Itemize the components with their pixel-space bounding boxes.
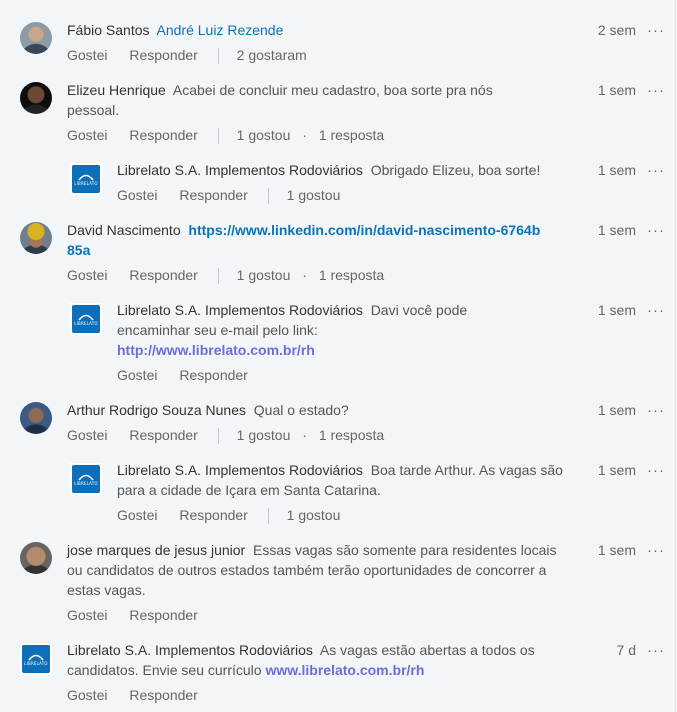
reply-button[interactable]: Responder	[129, 425, 198, 445]
reply-button[interactable]: Responder	[179, 365, 248, 385]
company-logo[interactable]: LIBRELATO	[20, 643, 52, 675]
avatar[interactable]	[20, 402, 52, 434]
librelato-logo-icon	[28, 654, 44, 661]
separator-dot: ·	[302, 267, 307, 283]
comment-actions: Gostei Responder 1 gostou · 1 resposta	[67, 425, 384, 445]
like-button[interactable]: Gostei	[67, 45, 107, 65]
likes-count[interactable]: 1 gostou	[237, 125, 291, 145]
timestamp: 1 sem	[597, 542, 636, 558]
author-name[interactable]: Librelato S.A. Implementos Rodoviários	[117, 462, 363, 478]
logo-text: LIBRELATO	[74, 320, 98, 326]
rh-link[interactable]: www.librelato.com.br/rh	[265, 662, 424, 678]
company-logo[interactable]: LIBRELATO	[70, 303, 102, 335]
timestamp: 1 sem	[597, 402, 636, 418]
logo-text: LIBRELATO	[74, 180, 98, 186]
like-button[interactable]: Gostei	[67, 125, 107, 145]
comment-actions: Gostei Responder 2 gostaram	[67, 45, 307, 65]
reply-button[interactable]: Responder	[129, 45, 198, 65]
more-options-icon[interactable]: ···	[647, 223, 665, 238]
author-name[interactable]: Librelato S.A. Implementos Rodoviários	[67, 642, 313, 658]
more-options-icon[interactable]: ···	[647, 163, 665, 178]
divider	[217, 268, 219, 285]
logo-text: LIBRELATO	[24, 660, 48, 666]
comment-actions: Gostei Responder 1 gostou	[117, 185, 340, 205]
likes-count[interactable]: 1 gostou	[287, 505, 341, 525]
replies-count[interactable]: 1 resposta	[319, 265, 384, 285]
replies-count[interactable]: 1 resposta	[319, 425, 384, 445]
avatar[interactable]	[20, 22, 52, 54]
company-logo[interactable]: LIBRELATO	[70, 463, 102, 495]
reply-button[interactable]: Responder	[179, 505, 248, 525]
librelato-logo-icon	[78, 314, 94, 321]
company-logo[interactable]: LIBRELATO	[70, 163, 102, 195]
divider	[217, 48, 219, 65]
more-options-icon[interactable]: ···	[647, 83, 665, 98]
author-name[interactable]: David Nascimento	[67, 222, 181, 238]
likes-count[interactable]: 1 gostou	[287, 185, 341, 205]
divider	[217, 128, 219, 145]
divider	[217, 428, 219, 445]
avatar[interactable]	[20, 222, 52, 254]
comment-text: Qual o estado?	[253, 402, 349, 418]
timestamp: 1 sem	[597, 222, 636, 238]
reply-button[interactable]: Responder	[129, 685, 198, 705]
comment-actions: Gostei Responder 1 gostou	[117, 505, 340, 525]
more-options-icon[interactable]: ···	[647, 463, 665, 478]
comment-text: Obrigado Elizeu, boa sorte!	[370, 162, 541, 178]
avatar[interactable]	[20, 82, 52, 114]
comment-actions: Gostei Responder	[67, 605, 198, 625]
avatar[interactable]	[20, 542, 52, 574]
rh-link[interactable]: http://www.librelato.com.br/rh	[117, 342, 315, 358]
author-name[interactable]: Librelato S.A. Implementos Rodoviários	[117, 302, 363, 318]
author-name[interactable]: Elizeu Henrique	[67, 82, 166, 98]
logo-text: LIBRELATO	[74, 480, 98, 486]
separator-dot: ·	[302, 127, 307, 143]
more-options-icon[interactable]: ···	[647, 643, 665, 658]
timestamp: 2 sem	[597, 22, 636, 38]
author-name[interactable]: jose marques de jesus junior	[67, 542, 245, 558]
reply-button[interactable]: Responder	[129, 125, 198, 145]
likes-count[interactable]: 1 gostou	[237, 425, 291, 445]
comment-actions: Gostei Responder 1 gostou · 1 resposta	[67, 265, 384, 285]
more-options-icon[interactable]: ···	[647, 303, 665, 318]
timestamp: 1 sem	[597, 462, 636, 478]
reply-button[interactable]: Responder	[179, 185, 248, 205]
divider	[267, 188, 269, 205]
author-name[interactable]: Arthur Rodrigo Souza Nunes	[67, 402, 246, 418]
more-options-icon[interactable]: ···	[647, 403, 665, 418]
more-options-icon[interactable]: ···	[647, 543, 665, 558]
reply-button[interactable]: Responder	[129, 605, 198, 625]
divider	[267, 508, 269, 525]
more-options-icon[interactable]: ···	[647, 23, 665, 38]
mention-link[interactable]: André Luiz Rezende	[157, 22, 284, 38]
like-button[interactable]: Gostei	[117, 365, 157, 385]
like-button[interactable]: Gostei	[67, 605, 107, 625]
author-name[interactable]: Librelato S.A. Implementos Rodoviários	[117, 162, 363, 178]
like-button[interactable]: Gostei	[117, 505, 157, 525]
separator-dot: ·	[302, 427, 307, 443]
author-name[interactable]: Fábio Santos	[67, 22, 150, 38]
like-button[interactable]: Gostei	[117, 185, 157, 205]
like-button[interactable]: Gostei	[67, 425, 107, 445]
replies-count[interactable]: 1 resposta	[319, 125, 384, 145]
timestamp: 7 d	[616, 642, 636, 658]
timestamp: 1 sem	[597, 302, 636, 318]
likes-count[interactable]: 2 gostaram	[237, 45, 307, 65]
timestamp: 1 sem	[597, 82, 636, 98]
comment-actions: Gostei Responder	[67, 685, 198, 705]
like-button[interactable]: Gostei	[67, 685, 107, 705]
timestamp: 1 sem	[597, 162, 636, 178]
like-button[interactable]: Gostei	[67, 265, 107, 285]
librelato-logo-icon	[78, 174, 94, 181]
comment-actions: Gostei Responder 1 gostou · 1 resposta	[67, 125, 384, 145]
librelato-logo-icon	[78, 474, 94, 481]
comment-actions: Gostei Responder	[117, 365, 248, 385]
likes-count[interactable]: 1 gostou	[237, 265, 291, 285]
reply-button[interactable]: Responder	[129, 265, 198, 285]
